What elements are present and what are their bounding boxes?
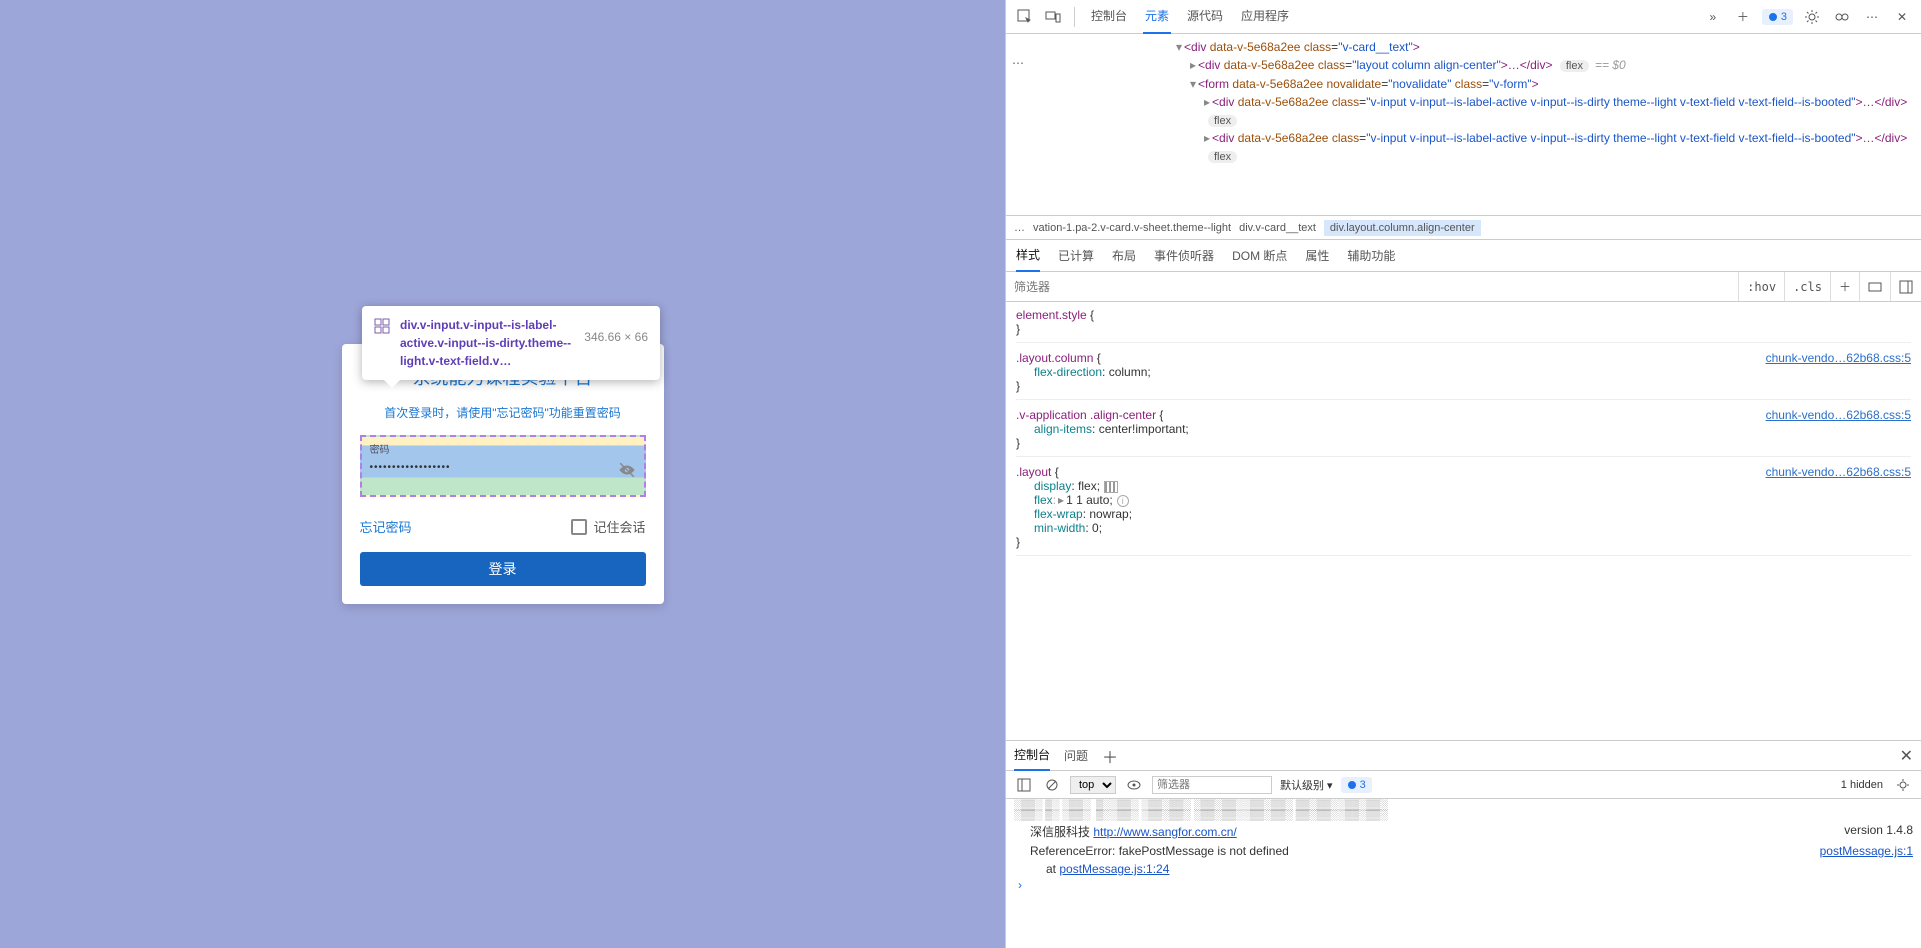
hov-button[interactable]: :hov [1738, 272, 1784, 301]
link-icon[interactable] [1831, 6, 1853, 28]
login-options-row: 忘记密码 记住会话 [360, 517, 646, 536]
context-select[interactable]: top [1070, 776, 1116, 794]
expand-icon[interactable]: ▸ [1190, 56, 1196, 74]
clear-console-icon[interactable] [1042, 775, 1062, 795]
subtab-styles[interactable]: 样式 [1016, 239, 1040, 272]
toggle-panel-icon[interactable] [1890, 272, 1921, 301]
flex-swatch-icon[interactable] [1104, 481, 1118, 493]
login-button[interactable]: 登录 [360, 552, 646, 586]
expand-icon[interactable]: ▾ [1190, 75, 1196, 93]
eye-icon[interactable] [1124, 775, 1144, 795]
layout-icon [374, 318, 390, 370]
subtab-layout[interactable]: 布局 [1112, 240, 1136, 271]
device-toolbar-icon[interactable] [1042, 6, 1064, 28]
tree-menu-icon[interactable]: ⋯ [1012, 56, 1024, 70]
picker-size: 346.66 × 66 [584, 330, 648, 370]
breadcrumb-item[interactable]: vation-1.pa-2.v-card.v-sheet.theme--ligh… [1033, 222, 1231, 234]
login-subtitle: 首次登录时，请使用"忘记密码"功能重置密码 [360, 404, 646, 421]
password-value: •••••••••••••••••• [370, 462, 636, 473]
ascii-art: ░▒▒░ ▒░ ░▒▒░ ▒░░▒▒░ ░▒▒░▒▒░ ░▒▒░▒▒░░▒▒░▒… [1014, 801, 1913, 821]
issues-badge[interactable]: 3 [1762, 9, 1793, 25]
styles-filter-row: :hov .cls ＋ [1006, 272, 1921, 302]
remember-label: 记住会话 [593, 517, 645, 536]
drawer-tabs: 控制台 问题 ＋ ✕ [1006, 741, 1921, 771]
console-filter-input[interactable] [1152, 776, 1272, 794]
inspect-element-icon[interactable] [1014, 6, 1036, 28]
expand-icon[interactable]: ▸ [1204, 129, 1210, 147]
picker-classes: div.v-input.v-input--is-label-active.v-i… [400, 316, 576, 370]
close-icon[interactable]: ✕ [1900, 740, 1913, 772]
cls-button[interactable]: .cls [1784, 272, 1830, 301]
breadcrumb-item-selected[interactable]: div.layout.column.align-center [1324, 220, 1481, 236]
source-link[interactable]: chunk-vendo…62b68.css:5 [1766, 408, 1911, 422]
tab-elements[interactable]: 元素 [1143, 0, 1171, 34]
breadcrumb[interactable]: … vation-1.pa-2.v-card.v-sheet.theme--li… [1006, 216, 1921, 240]
console-output[interactable]: ░▒▒░ ▒░ ░▒▒░ ▒░░▒▒░ ░▒▒░▒▒░ ░▒▒░▒▒░░▒▒░▒… [1006, 799, 1921, 948]
close-icon[interactable]: ✕ [1891, 6, 1913, 28]
password-label: 密码 [370, 441, 636, 456]
console-link[interactable]: postMessage.js:1:24 [1059, 862, 1169, 876]
styles-filter-input[interactable] [1006, 280, 1738, 294]
css-rule[interactable]: chunk-vendo…62b68.css:5.layout.column {f… [1016, 351, 1911, 400]
subtab-listeners[interactable]: 事件侦听器 [1154, 240, 1214, 271]
sidebar-toggle-icon[interactable] [1014, 775, 1034, 795]
subtab-a11y[interactable]: 辅助功能 [1347, 240, 1395, 271]
kebab-icon[interactable]: ⋯ [1861, 6, 1883, 28]
expand-icon[interactable]: ▸ [1204, 93, 1210, 111]
console-prompt[interactable]: › [1014, 878, 1913, 892]
breadcrumb-item[interactable]: div.v-card__text [1239, 222, 1316, 234]
console-link[interactable]: http://www.sangfor.com.cn/ [1093, 825, 1236, 839]
breadcrumb-item[interactable]: … [1014, 222, 1025, 234]
element-picker-tooltip: div.v-input.v-input--is-label-active.v-i… [362, 306, 660, 380]
source-link[interactable]: chunk-vendo…62b68.css:5 [1766, 351, 1911, 365]
devtools-pane: 控制台 元素 源代码 应用程序 » ＋ 3 ⋯ ✕ ⋯ ▾<div data-v… [1005, 0, 1921, 948]
tab-application[interactable]: 应用程序 [1239, 0, 1291, 34]
info-icon[interactable]: i [1117, 495, 1129, 507]
log-level-select[interactable]: 默认级别 ▾ [1280, 777, 1333, 793]
device-icon[interactable] [1859, 272, 1890, 301]
flex-badge[interactable]: flex [1560, 60, 1589, 72]
flex-badge[interactable]: flex [1208, 151, 1237, 163]
elements-tree[interactable]: ⋯ ▾<div data-v-5e68a2ee class="v-card__t… [1006, 34, 1921, 216]
issues-badge[interactable]: 3 [1341, 777, 1372, 793]
gear-icon[interactable] [1893, 775, 1913, 795]
styles-subtabs: 样式 已计算 布局 事件侦听器 DOM 断点 属性 辅助功能 [1006, 240, 1921, 272]
css-rule[interactable]: chunk-vendo…62b68.css:5.layout {display:… [1016, 465, 1911, 556]
chevron-right-icon[interactable]: » [1702, 6, 1724, 28]
issues-count: 3 [1781, 11, 1787, 23]
subtab-props[interactable]: 属性 [1305, 240, 1329, 271]
drawer-tab-issues[interactable]: 问题 [1064, 741, 1088, 770]
console-toolbar: top 默认级别 ▾ 3 1 hidden [1006, 771, 1921, 799]
plus-icon[interactable]: ＋ [1732, 6, 1754, 28]
devtools-tabs: 控制台 元素 源代码 应用程序 [1089, 0, 1291, 34]
password-field[interactable]: 密码 •••••••••••••••••• [360, 435, 646, 497]
drawer-tab-console[interactable]: 控制台 [1014, 740, 1050, 771]
subtab-computed[interactable]: 已计算 [1058, 240, 1094, 271]
console-message: 深信服科技 http://www.sangfor.com.cn/version … [1014, 821, 1913, 842]
eye-off-icon[interactable] [618, 461, 636, 484]
source-link[interactable]: postMessage.js:1 [1820, 844, 1913, 858]
page-content: 系统能力课程实验平台 首次登录时，请使用"忘记密码"功能重置密码 密码 ••••… [0, 0, 1005, 948]
styles-rules[interactable]: element.style {} chunk-vendo…62b68.css:5.… [1006, 302, 1921, 740]
tab-sources[interactable]: 源代码 [1185, 0, 1225, 34]
css-rule[interactable]: element.style {} [1016, 308, 1911, 343]
expand-icon[interactable]: ▾ [1176, 38, 1182, 56]
checkbox-icon[interactable] [571, 519, 587, 535]
flex-badge[interactable]: flex [1208, 115, 1237, 127]
subtab-dombreak[interactable]: DOM 断点 [1232, 240, 1287, 271]
source-link[interactable]: chunk-vendo…62b68.css:5 [1766, 465, 1911, 479]
css-rule[interactable]: chunk-vendo…62b68.css:5.v-application .a… [1016, 408, 1911, 457]
console-message: ReferenceError: fakePostMessage is not d… [1014, 842, 1913, 860]
plus-icon[interactable]: ＋ [1102, 738, 1118, 774]
forgot-password-link[interactable]: 忘记密码 [360, 517, 412, 536]
new-rule-button[interactable]: ＋ [1830, 272, 1859, 301]
gear-icon[interactable] [1801, 6, 1823, 28]
console-message: at postMessage.js:1:24 [1014, 860, 1913, 878]
hidden-count: 1 hidden [1841, 779, 1883, 791]
devtools-toolbar: 控制台 元素 源代码 应用程序 » ＋ 3 ⋯ ✕ [1006, 0, 1921, 34]
remember-checkbox[interactable]: 记住会话 [571, 517, 645, 536]
console-drawer: 控制台 问题 ＋ ✕ top 默认级别 ▾ 3 1 hidden ░▒▒░ ▒░… [1006, 740, 1921, 948]
tab-console[interactable]: 控制台 [1089, 0, 1129, 34]
